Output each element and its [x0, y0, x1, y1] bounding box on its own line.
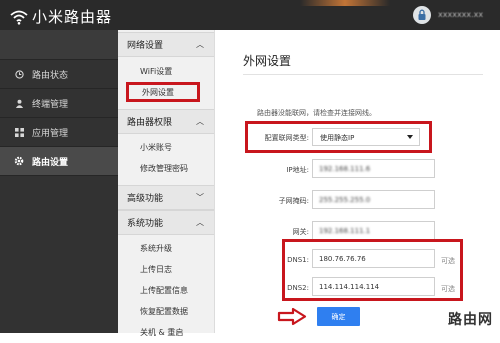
section-title: 路由器权限: [127, 118, 173, 128]
page-title: 外网设置: [243, 54, 292, 68]
ip-input[interactable]: 192.168.111.6: [312, 159, 435, 178]
section-title: 网络设置: [127, 41, 164, 51]
nav-label: 路由状态: [32, 70, 69, 81]
dns1-value: 180.76.76.76: [319, 255, 366, 263]
subnet-mask-input[interactable]: 255.255.255.0: [312, 190, 435, 209]
dns2-optional-hint: 可选: [441, 285, 455, 293]
nav-label: 应用管理: [32, 128, 69, 139]
dns2-value: 114.114.114.114: [319, 283, 380, 291]
apps-grid-icon: [14, 127, 24, 137]
username[interactable]: xxxxxxx.xx: [438, 10, 483, 19]
header-decoration: [300, 0, 390, 6]
dns1-label: DNS1:: [287, 256, 309, 264]
dns2-input[interactable]: 114.114.114.114: [312, 277, 435, 296]
status-notice: 路由器没能联网，请检查并连接网线。: [257, 109, 376, 117]
nav-item-device-management[interactable]: 终端管理: [0, 89, 118, 118]
ip-value: 192.168.111.6: [319, 165, 371, 173]
caret-down-icon: [407, 135, 413, 139]
wifi-icon: [10, 10, 28, 25]
nav-label: 路由设置: [32, 157, 69, 168]
sub-item-change-password[interactable]: 修改管理密码: [118, 158, 214, 179]
sub-item-system-upgrade[interactable]: 系统升级: [118, 238, 214, 259]
lock-icon: [418, 9, 426, 20]
watermark: 路由网: [448, 312, 493, 328]
app-logo: 小米路由器: [10, 6, 112, 27]
divider: [243, 74, 483, 75]
mask-label: 子网掩码:: [278, 197, 309, 205]
sub-nav: 网络设置 ︿ WiFi设置 外网设置 路由器权限 ︿ 小米账号 修改管理密码 高…: [118, 30, 215, 337]
chevron-up-icon: ︿: [196, 218, 204, 227]
arrow-right-icon: [277, 307, 307, 326]
conn-type-label: 配置联网类型:: [264, 134, 309, 142]
nav-item-router-status[interactable]: 路由状态: [0, 60, 118, 89]
chevron-up-icon: ︿: [196, 117, 204, 126]
chevron-up-icon: ︿: [196, 40, 204, 49]
main-panel: 外网设置 路由器没能联网，请检查并连接网线。 配置联网类型: 使用静态IP IP…: [215, 30, 500, 333]
nav-item-router-settings[interactable]: 路由设置: [0, 147, 118, 176]
confirm-button[interactable]: 确定: [317, 307, 360, 326]
sub-item-wifi-settings[interactable]: WiFi设置: [118, 61, 214, 82]
top-header: 小米路由器 xxxxxxx.xx: [0, 0, 500, 30]
sub-item-wan-settings[interactable]: 外网设置: [126, 82, 200, 102]
sub-item-upload-config[interactable]: 上传配置信息: [118, 280, 214, 301]
app-title: 小米路由器: [32, 8, 113, 26]
sub-item-mi-account[interactable]: 小米账号: [118, 137, 214, 158]
section-title: 系统功能: [127, 219, 164, 229]
avatar[interactable]: [413, 6, 431, 24]
gateway-label: 网关:: [292, 228, 309, 236]
gear-icon: [14, 156, 24, 166]
clock-icon: [14, 69, 24, 79]
dns2-label: DNS2:: [287, 284, 309, 292]
chevron-down-icon: ﹀: [196, 193, 204, 202]
user-icon: [14, 98, 24, 108]
mask-value: 255.255.255.0: [319, 196, 371, 204]
nav-label: 终端管理: [32, 99, 69, 110]
ip-label: IP地址:: [286, 166, 309, 174]
gateway-value: 192.168.111.1: [319, 227, 371, 235]
section-title: 高级功能: [127, 194, 164, 204]
left-nav: 路由状态 终端管理 应用管理 路由设置: [0, 30, 118, 333]
conn-type-value: 使用静态IP: [320, 134, 355, 142]
dns1-input[interactable]: 180.76.76.76: [312, 249, 435, 268]
section-system-functions[interactable]: 系统功能 ︿: [118, 210, 214, 235]
sub-item-restore-config[interactable]: 恢复配置数据: [118, 301, 214, 322]
gateway-input[interactable]: 192.168.111.1: [312, 221, 435, 240]
section-router-permissions[interactable]: 路由器权限 ︿: [118, 109, 214, 134]
conn-type-select[interactable]: 使用静态IP: [312, 128, 420, 146]
section-network-settings[interactable]: 网络设置 ︿: [118, 32, 214, 57]
nav-spacer: [0, 30, 118, 60]
dns1-optional-hint: 可选: [441, 257, 455, 265]
sub-item-upload-log[interactable]: 上传日志: [118, 259, 214, 280]
section-advanced-features[interactable]: 高级功能 ﹀: [118, 185, 214, 210]
nav-item-app-management[interactable]: 应用管理: [0, 118, 118, 147]
